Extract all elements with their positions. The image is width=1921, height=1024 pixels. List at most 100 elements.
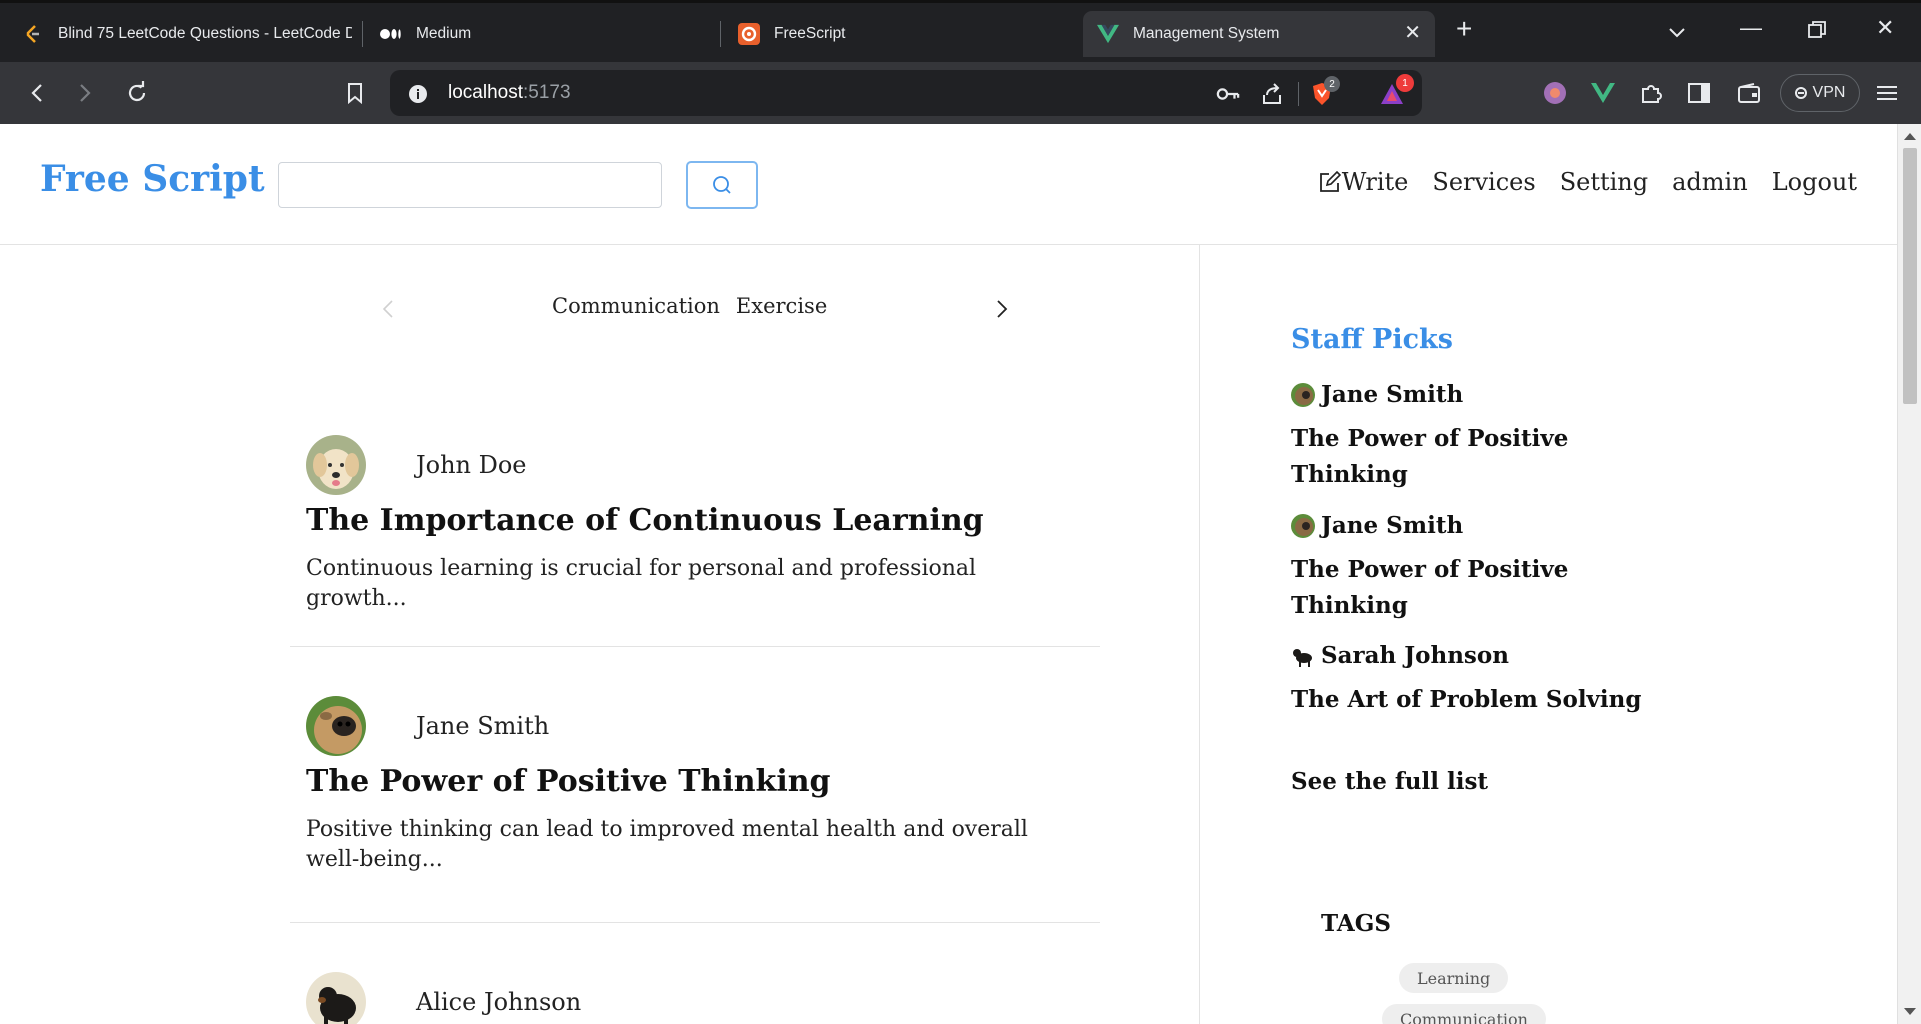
url-text[interactable]: localhost:5173 — [448, 82, 571, 104]
post-title[interactable]: The Importance of Continuous Learning — [306, 503, 1066, 538]
edit-icon — [1319, 171, 1341, 192]
pick-title[interactable]: The Power of Positive Thinking — [1291, 421, 1611, 493]
pick-author[interactable]: Jane Smith — [1291, 381, 1463, 408]
pick-title[interactable]: The Power of Positive Thinking — [1291, 552, 1611, 624]
nav-services[interactable]: Services — [1432, 168, 1535, 196]
site-logo[interactable]: Free Script — [40, 158, 265, 200]
mini-avatar — [1291, 382, 1315, 407]
back-button[interactable] — [22, 78, 52, 108]
scroll-down-arrow-icon[interactable] — [1904, 1008, 1916, 1015]
vue-devtools-icon[interactable] — [1588, 78, 1618, 108]
search-button[interactable] — [686, 161, 758, 209]
rewards-count-badge: 1 — [1396, 74, 1414, 92]
chevron-left-icon — [382, 300, 393, 318]
menu-hamburger-icon[interactable] — [1872, 78, 1902, 108]
extensions-puzzle-icon[interactable] — [1636, 78, 1666, 108]
mini-avatar — [1291, 513, 1315, 538]
mini-avatar — [1291, 643, 1315, 668]
avatar — [306, 972, 366, 1024]
browser-toolbar: localhost:5173 2 1 VPN — [0, 62, 1921, 124]
vpn-button[interactable]: VPN — [1780, 74, 1860, 112]
post-author: Jane Smith — [306, 696, 1066, 756]
tab-management-system[interactable]: Management System ✕ — [1083, 11, 1435, 57]
pick-author-name: Sarah Johnson — [1321, 642, 1509, 669]
omnibox-separator — [1298, 82, 1299, 106]
post-author: John Doe — [306, 435, 1066, 495]
profile-extension-icon[interactable] — [1540, 78, 1570, 108]
avatar — [306, 696, 366, 756]
tab-medium[interactable]: Medium — [380, 11, 710, 57]
key-icon[interactable] — [1216, 82, 1240, 106]
reload-button[interactable] — [122, 78, 152, 108]
post-excerpt: Positive thinking can lead to improved m… — [306, 817, 1028, 872]
post-title[interactable]: The Power of Positive Thinking — [306, 764, 1066, 799]
browser-tab-bar: Blind 75 LeetCode Questions - LeetCode D… — [0, 0, 1921, 62]
tag-chip[interactable]: Communication — [1382, 1004, 1546, 1024]
author-name[interactable]: Jane Smith — [416, 712, 549, 740]
freescript-icon — [738, 23, 760, 45]
nav-write-label: Write — [1341, 168, 1409, 196]
category-item[interactable]: Communication — [552, 294, 720, 318]
category-list: Communication Exercise — [552, 294, 827, 318]
url-port: :5173 — [523, 82, 571, 103]
vpn-label: VPN — [1812, 84, 1846, 101]
post-excerpt: Continuous learning is crucial for perso… — [306, 556, 977, 611]
content-divider — [1199, 245, 1200, 1024]
post-card[interactable]: John Doe The Importance of Continuous Le… — [306, 435, 1066, 614]
pick-author[interactable]: Jane Smith — [1291, 512, 1463, 539]
pick-author[interactable]: Sarah Johnson — [1291, 642, 1509, 669]
nav-write[interactable]: Write — [1319, 168, 1409, 196]
post-divider — [290, 922, 1100, 923]
category-next-button[interactable] — [990, 294, 1014, 324]
nav-user[interactable]: admin — [1672, 168, 1748, 196]
close-window-button[interactable]: ✕ — [1876, 15, 1894, 41]
tab-leetcode[interactable]: Blind 75 LeetCode Questions - LeetCode D… — [22, 11, 352, 57]
staff-picks-title: Staff Picks — [1291, 324, 1453, 355]
scroll-up-arrow-icon[interactable] — [1904, 133, 1916, 140]
see-full-list-link[interactable]: See the full list — [1291, 768, 1488, 795]
sidebar-toggle-icon[interactable] — [1684, 78, 1714, 108]
tab-freescript[interactable]: FreeScript — [738, 11, 1068, 57]
search-icon — [713, 176, 731, 194]
tab-search-chevron-icon[interactable] — [1668, 19, 1686, 45]
tags-title: TAGS — [1321, 910, 1391, 937]
new-tab-button[interactable]: + — [1456, 13, 1472, 45]
author-name[interactable]: John Doe — [416, 451, 527, 479]
post-divider — [290, 646, 1100, 647]
restore-button[interactable] — [1808, 19, 1826, 45]
avatar — [306, 435, 366, 495]
category-prev-button[interactable] — [376, 294, 400, 324]
top-nav: Write Services Setting admin Logout — [1319, 168, 1857, 196]
post-card[interactable]: Jane Smith The Power of Positive Thinkin… — [306, 696, 1066, 875]
share-icon[interactable] — [1260, 82, 1284, 106]
address-bar[interactable]: localhost:5173 2 1 — [390, 70, 1422, 116]
scroll-thumb[interactable] — [1903, 148, 1917, 404]
close-tab-icon[interactable]: ✕ — [1404, 23, 1421, 43]
author-name[interactable]: Alice Johnson — [416, 988, 581, 1016]
tab-separator — [720, 21, 721, 47]
nav-logout[interactable]: Logout — [1772, 168, 1857, 196]
nav-setting[interactable]: Setting — [1560, 168, 1648, 196]
page-scrollbar[interactable] — [1897, 124, 1921, 1024]
post-author: Alice Johnson — [306, 972, 1066, 1024]
shield-count-badge: 2 — [1324, 76, 1340, 92]
vpn-status-icon — [1794, 87, 1807, 99]
medium-icon — [380, 23, 402, 45]
minimize-button[interactable]: — — [1740, 15, 1762, 41]
web-page: Free Script Write Services Setting admin… — [0, 124, 1897, 1024]
tag-chip[interactable]: Learning — [1399, 963, 1509, 993]
chevron-right-icon — [997, 300, 1008, 318]
site-info-icon[interactable] — [406, 82, 430, 106]
pick-author-name: Jane Smith — [1321, 381, 1464, 408]
tab-separator — [362, 21, 363, 47]
post-card[interactable]: Alice Johnson — [306, 972, 1066, 1024]
category-item[interactable]: Exercise — [736, 294, 827, 318]
pick-author-name: Jane Smith — [1321, 512, 1464, 539]
wallet-icon[interactable] — [1734, 78, 1764, 108]
vue-icon — [1097, 23, 1119, 45]
pick-title[interactable]: The Art of Problem Solving — [1291, 682, 1651, 718]
forward-button[interactable] — [70, 78, 100, 108]
leetcode-icon — [22, 23, 44, 45]
search-input[interactable] — [278, 162, 662, 208]
bookmark-icon[interactable] — [340, 78, 370, 108]
